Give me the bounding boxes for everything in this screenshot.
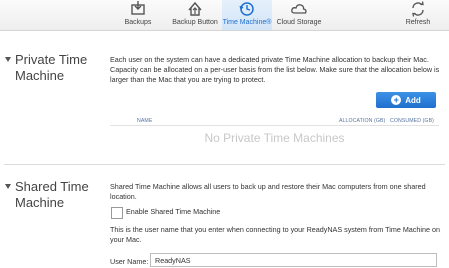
tab-time-machine-label: Time Machine® [222,19,272,26]
shared-description: Shared Time Machine allows all users to … [110,182,426,201]
private-section-title: Private Time Machine [15,52,88,83]
backup-button-icon [188,1,202,16]
add-button-label: Add [405,95,421,105]
refresh-label: Refresh [405,19,431,26]
plus-icon: + [391,95,402,105]
collapse-triangle-icon[interactable] [5,184,11,189]
toolbar: Backups Backup Button Time Machine® Clou… [0,0,449,31]
table-header-divider [110,125,439,126]
column-header-allocation: ALLOCATION (GB) [339,118,386,124]
section-divider [4,164,445,165]
tab-cloud-storage-label: Cloud Storage [276,19,322,26]
tab-backups[interactable]: Backups [118,0,158,26]
user-name-field[interactable]: ReadyNAS [150,253,437,267]
refresh-button[interactable]: Refresh [398,0,438,26]
tab-time-machine[interactable]: Time Machine® [222,0,272,30]
backups-icon [131,1,145,15]
tab-backup-button-label: Backup Button [172,19,218,26]
column-header-consumed: CONSUMED (GB) [390,118,434,124]
user-name-info: This is the user name that you enter whe… [110,225,440,244]
tab-backups-label: Backups [124,19,152,26]
private-description: Each user on the system can have a dedic… [110,55,440,84]
tab-backup-button[interactable]: Backup Button [170,0,220,26]
time-machine-icon [239,2,254,16]
refresh-icon [412,1,424,17]
shared-section-title: Shared Time Machine [15,179,89,210]
cloud-storage-icon [291,4,307,14]
tab-cloud-storage[interactable]: Cloud Storage [276,0,322,26]
empty-table-message: No Private Time Machines [204,131,345,145]
add-button[interactable]: + Add [376,92,436,108]
column-header-name: NAME [137,118,153,124]
user-name-label: User Name: [110,257,149,266]
enable-shared-time-machine-label[interactable]: Enable Shared Time Machine [126,207,220,216]
enable-shared-time-machine-checkbox[interactable] [111,207,123,219]
collapse-triangle-icon[interactable] [5,57,11,62]
